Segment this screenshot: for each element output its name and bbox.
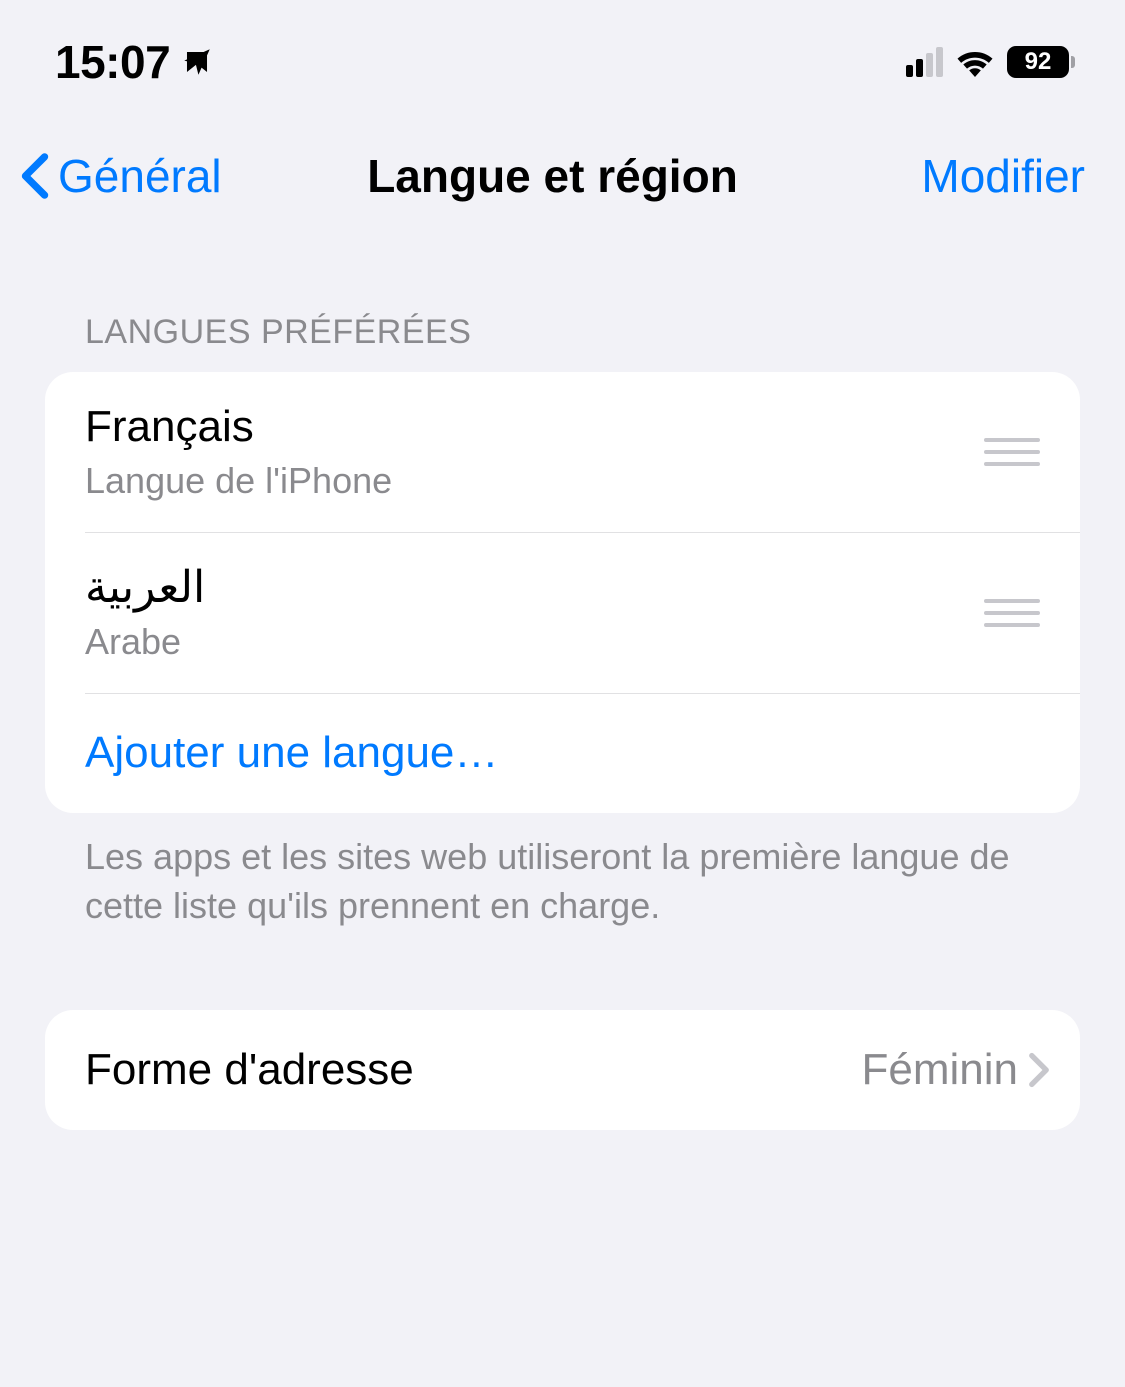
wifi-icon: [955, 47, 995, 77]
language-row-text: Français Langue de l'iPhone: [85, 402, 392, 502]
back-label: Général: [58, 149, 222, 203]
drag-handle-icon[interactable]: [984, 438, 1040, 466]
cellular-icon: [906, 47, 943, 77]
status-right: 92: [906, 46, 1075, 78]
add-language-row[interactable]: Ajouter une langue…: [45, 693, 1080, 813]
address-form-value: Féminin: [862, 1045, 1019, 1095]
status-bar: 15:07 92: [0, 0, 1125, 119]
address-form-value-wrap: Féminin: [862, 1045, 1051, 1095]
language-name: Français: [85, 402, 392, 452]
battery-level: 92: [1025, 48, 1052, 76]
address-form-card: Forme d'adresse Féminin: [45, 1010, 1080, 1130]
edit-button[interactable]: Modifier: [921, 149, 1085, 203]
status-left: 15:07: [55, 35, 214, 89]
language-row[interactable]: Français Langue de l'iPhone: [45, 372, 1080, 532]
nav-bar: Général Langue et région Modifier: [0, 119, 1125, 243]
location-icon: [180, 45, 214, 79]
address-form-row[interactable]: Forme d'adresse Féminin: [45, 1010, 1080, 1130]
language-name: العربية: [85, 562, 205, 613]
add-language-label: Ajouter une langue…: [85, 728, 498, 778]
content: LANGUES PRÉFÉRÉES Français Langue de l'i…: [0, 243, 1125, 1130]
languages-header: LANGUES PRÉFÉRÉES: [45, 313, 1080, 372]
language-row[interactable]: العربية Arabe: [45, 532, 1080, 693]
back-button[interactable]: Général: [20, 149, 222, 203]
language-subtitle: Langue de l'iPhone: [85, 460, 392, 502]
language-subtitle: Arabe: [85, 621, 205, 663]
languages-card: Français Langue de l'iPhone العربية Arab…: [45, 372, 1080, 813]
battery-icon: 92: [1007, 46, 1075, 78]
status-time: 15:07: [55, 35, 170, 89]
language-row-text: العربية Arabe: [85, 562, 205, 663]
languages-footer: Les apps et les sites web utiliseront la…: [45, 813, 1080, 930]
drag-handle-icon[interactable]: [984, 599, 1040, 627]
address-form-label: Forme d'adresse: [85, 1045, 414, 1095]
chevron-right-icon: [1028, 1052, 1050, 1088]
